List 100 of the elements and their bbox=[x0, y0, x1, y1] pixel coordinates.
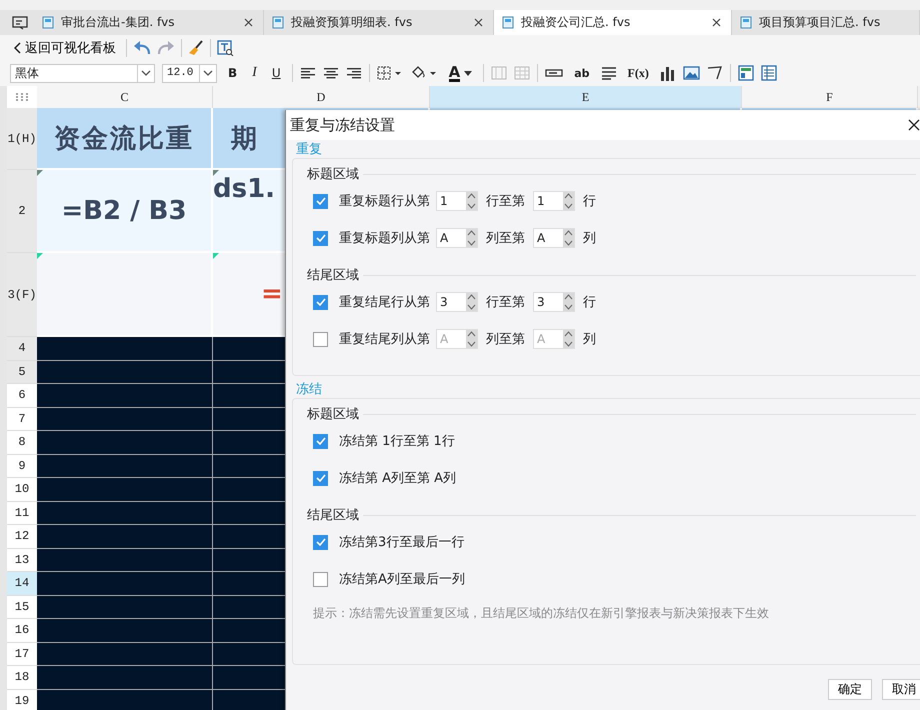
row-header[interactable]: 17 bbox=[7, 642, 37, 666]
option-label: 冻结第A列至最后一列 bbox=[339, 571, 465, 588]
option-label: 冻结第 A列至第 A列 bbox=[339, 470, 456, 487]
option-label: 行 bbox=[583, 193, 596, 210]
section-title: 重复 bbox=[295, 142, 322, 158]
option-label: 重复标题行从第 bbox=[339, 193, 430, 210]
check-icon bbox=[316, 298, 326, 306]
align-center-icon[interactable] bbox=[322, 66, 339, 80]
option-label: 冻结第 1行至第 1行 bbox=[339, 433, 455, 450]
option-label: 重复标题列从第 bbox=[339, 230, 430, 247]
table-cell: 资金流比重 bbox=[37, 108, 213, 170]
column-header[interactable]: C bbox=[37, 86, 213, 108]
list-layout-icon[interactable] bbox=[760, 65, 777, 81]
underline-button[interactable]: U bbox=[268, 63, 285, 83]
row-header[interactable]: 4 bbox=[7, 337, 37, 360]
number-spinner[interactable]: A bbox=[533, 228, 575, 248]
input-widget-icon[interactable] bbox=[545, 68, 564, 78]
formula-button[interactable]: F(x) bbox=[624, 63, 653, 83]
checkbox[interactable] bbox=[313, 194, 328, 208]
table-cell: =B2 / B3 bbox=[37, 170, 213, 253]
dialog-button[interactable]: 确定 bbox=[828, 679, 872, 700]
undo-icon[interactable] bbox=[133, 40, 151, 54]
option-label: 行 bbox=[583, 294, 596, 311]
row-header[interactable]: 11 bbox=[7, 502, 37, 525]
checkbox[interactable] bbox=[313, 434, 328, 448]
file-icon bbox=[42, 16, 54, 29]
option-label: 冻结第3行至最后一行 bbox=[339, 534, 464, 551]
number-spinner[interactable]: 3 bbox=[533, 292, 575, 312]
row-header[interactable]: 3(F) bbox=[7, 253, 37, 337]
column-header[interactable]: D bbox=[213, 86, 430, 108]
text-widget-button[interactable]: ab bbox=[570, 63, 594, 83]
back-icon bbox=[14, 42, 21, 54]
merge-cells-icon[interactable] bbox=[491, 66, 508, 80]
corner-mark-icon bbox=[213, 253, 219, 259]
corner-mark-icon bbox=[37, 170, 43, 176]
row-header[interactable]: 14 bbox=[7, 572, 37, 596]
corner-mark-icon bbox=[37, 253, 43, 259]
size-select[interactable]: 12.0 bbox=[162, 64, 217, 82]
check-icon bbox=[316, 538, 326, 546]
caret-icon bbox=[464, 70, 472, 76]
option-label: 行至第 bbox=[486, 294, 525, 311]
number-spinner[interactable]: 1 bbox=[533, 191, 575, 211]
border-icon[interactable] bbox=[376, 65, 403, 81]
align-left-icon[interactable] bbox=[300, 66, 316, 80]
close-icon[interactable] bbox=[908, 119, 920, 131]
file-icon bbox=[740, 16, 752, 29]
column-header[interactable]: F bbox=[742, 86, 918, 108]
option-label: 列 bbox=[583, 230, 596, 247]
row-header[interactable]: 7 bbox=[7, 408, 37, 431]
align-right-icon[interactable] bbox=[346, 66, 362, 80]
select-all-icon[interactable] bbox=[15, 93, 29, 101]
back-button[interactable]: 返回可视化看板 bbox=[10, 38, 120, 56]
section-title: 冻结 bbox=[295, 382, 322, 398]
dialog-button[interactable]: 取消 bbox=[882, 679, 920, 700]
close-icon[interactable] bbox=[244, 18, 253, 27]
row-header[interactable]: 2 bbox=[7, 170, 37, 253]
font-color-button[interactable]: A bbox=[444, 63, 476, 83]
form-layout-icon[interactable] bbox=[738, 65, 754, 81]
checkbox[interactable] bbox=[313, 572, 328, 586]
corner-mark-icon bbox=[213, 170, 219, 176]
close-icon[interactable] bbox=[474, 18, 483, 27]
image-icon[interactable] bbox=[682, 66, 700, 80]
row-header[interactable]: 1(H) bbox=[7, 108, 37, 170]
row-header[interactable]: 15 bbox=[7, 596, 37, 619]
checkbox[interactable] bbox=[313, 294, 328, 310]
row-header[interactable]: 9 bbox=[7, 454, 37, 478]
preview-icon[interactable] bbox=[217, 40, 234, 56]
checkbox[interactable] bbox=[313, 534, 328, 550]
sidebar-toggle-icon[interactable] bbox=[12, 16, 28, 30]
paragraph-icon[interactable] bbox=[600, 66, 617, 80]
hint-text: 提示：冻结需先设置重复区域，且结尾区域的冻结仅在新引擎报表与新决策报表下生效 bbox=[313, 605, 770, 622]
column-header[interactable]: E bbox=[430, 86, 742, 108]
checkbox[interactable] bbox=[313, 470, 328, 486]
check-icon bbox=[316, 474, 326, 482]
group-title: 结尾区域 bbox=[307, 507, 359, 524]
caret-icon bbox=[141, 70, 151, 76]
slash-icon[interactable] bbox=[706, 66, 723, 80]
bar-chart-icon[interactable] bbox=[660, 66, 676, 80]
number-spinner[interactable]: 3 bbox=[436, 292, 478, 312]
bold-button[interactable]: B bbox=[224, 63, 242, 83]
font-select[interactable]: 黑体 bbox=[10, 64, 155, 82]
brush-icon[interactable] bbox=[188, 40, 204, 56]
dialog-title: 重复与冻结设置 bbox=[290, 116, 396, 134]
file-icon bbox=[272, 16, 284, 29]
file-icon bbox=[502, 16, 514, 29]
caret-icon bbox=[203, 70, 213, 76]
close-icon[interactable] bbox=[712, 18, 721, 27]
check-icon bbox=[316, 197, 326, 205]
row-header[interactable]: 5 bbox=[7, 360, 37, 384]
number-spinner[interactable]: A bbox=[436, 228, 478, 248]
group-title: 标题区域 bbox=[307, 406, 359, 423]
file-tab[interactable]: 投融资公司汇总. fvs bbox=[494, 10, 732, 35]
option-label: 列至第 bbox=[486, 230, 525, 247]
italic-button[interactable]: I bbox=[248, 63, 261, 83]
row-header[interactable]: 13 bbox=[7, 548, 37, 572]
check-icon bbox=[316, 437, 326, 445]
option-label: 行至第 bbox=[486, 193, 525, 210]
option-label: 列 bbox=[583, 331, 596, 348]
number-spinner[interactable]: 1 bbox=[436, 191, 478, 211]
checkbox[interactable] bbox=[313, 230, 328, 246]
